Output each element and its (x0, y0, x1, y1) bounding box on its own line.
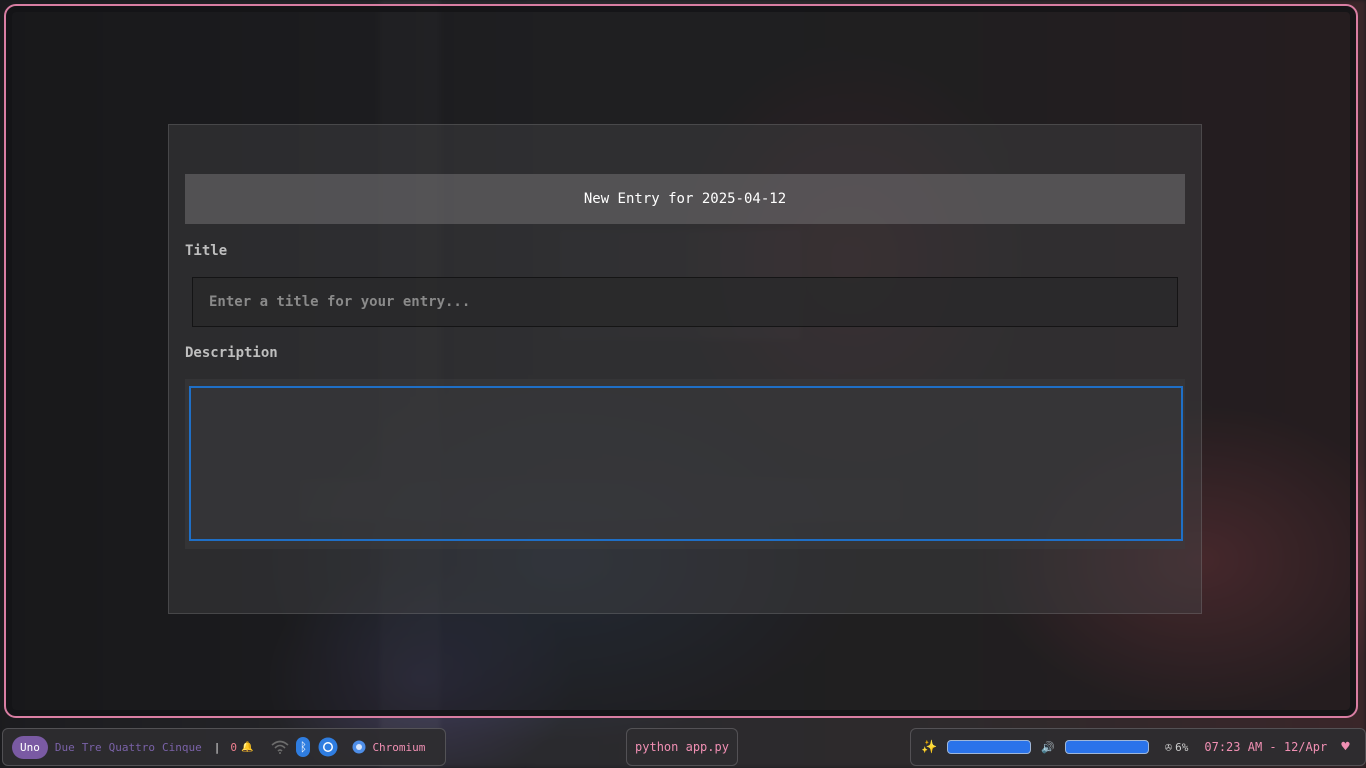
heart-icon[interactable]: ♥ (1341, 739, 1349, 755)
dialog-title: New Entry for 2025-04-12 (185, 174, 1185, 224)
workspace-quattro[interactable]: Quattro (109, 741, 155, 754)
workspace-due[interactable]: Due (55, 741, 75, 754)
workspace-cinque[interactable]: Cinque (162, 741, 202, 754)
taskbar-right: ✨ 🔊 ✇ 6% 07:23 AM - 12/Apr ♥ (910, 728, 1366, 766)
cpu-usage: 6% (1175, 740, 1189, 754)
chromium-task-label[interactable]: Chromium (372, 741, 425, 754)
taskbar-separator: | (213, 740, 221, 754)
chromium-task-icon[interactable] (352, 740, 366, 754)
new-entry-dialog: New Entry for 2025-04-12 Title Descripti… (168, 124, 1202, 614)
cpu-icon: ✇ (1164, 740, 1173, 754)
description-container (185, 379, 1185, 549)
chromium-icon[interactable] (318, 737, 338, 757)
description-label: Description (185, 345, 278, 361)
notification-count[interactable]: 0 (230, 741, 237, 754)
bell-icon[interactable]: 🔔 (241, 742, 253, 753)
brightness-level-bar[interactable] (947, 740, 1032, 754)
active-window-indicator[interactable]: python app.py (626, 728, 738, 766)
bluetooth-icon[interactable]: ᛒ (296, 737, 311, 757)
clock[interactable]: 07:23 AM - 12/Apr (1204, 740, 1327, 754)
title-label: Title (185, 243, 228, 259)
wifi-icon[interactable] (271, 740, 289, 754)
taskbar-left: Uno Due Tre Quattro Cinque | 0 🔔 ᛒ Chrom… (2, 728, 446, 766)
app-window: New Entry for 2025-04-12 Title Descripti… (4, 4, 1358, 718)
active-window-title: python app.py (635, 740, 729, 754)
workspace-uno[interactable]: Uno (12, 735, 48, 759)
volume-icon[interactable]: 🔊 (1041, 741, 1055, 754)
sparkle-icon[interactable]: ✨ (921, 740, 937, 755)
workspace-tre[interactable]: Tre (82, 741, 102, 754)
description-textarea[interactable] (189, 386, 1183, 541)
volume-level-bar[interactable] (1064, 740, 1149, 754)
title-input[interactable] (192, 277, 1178, 327)
